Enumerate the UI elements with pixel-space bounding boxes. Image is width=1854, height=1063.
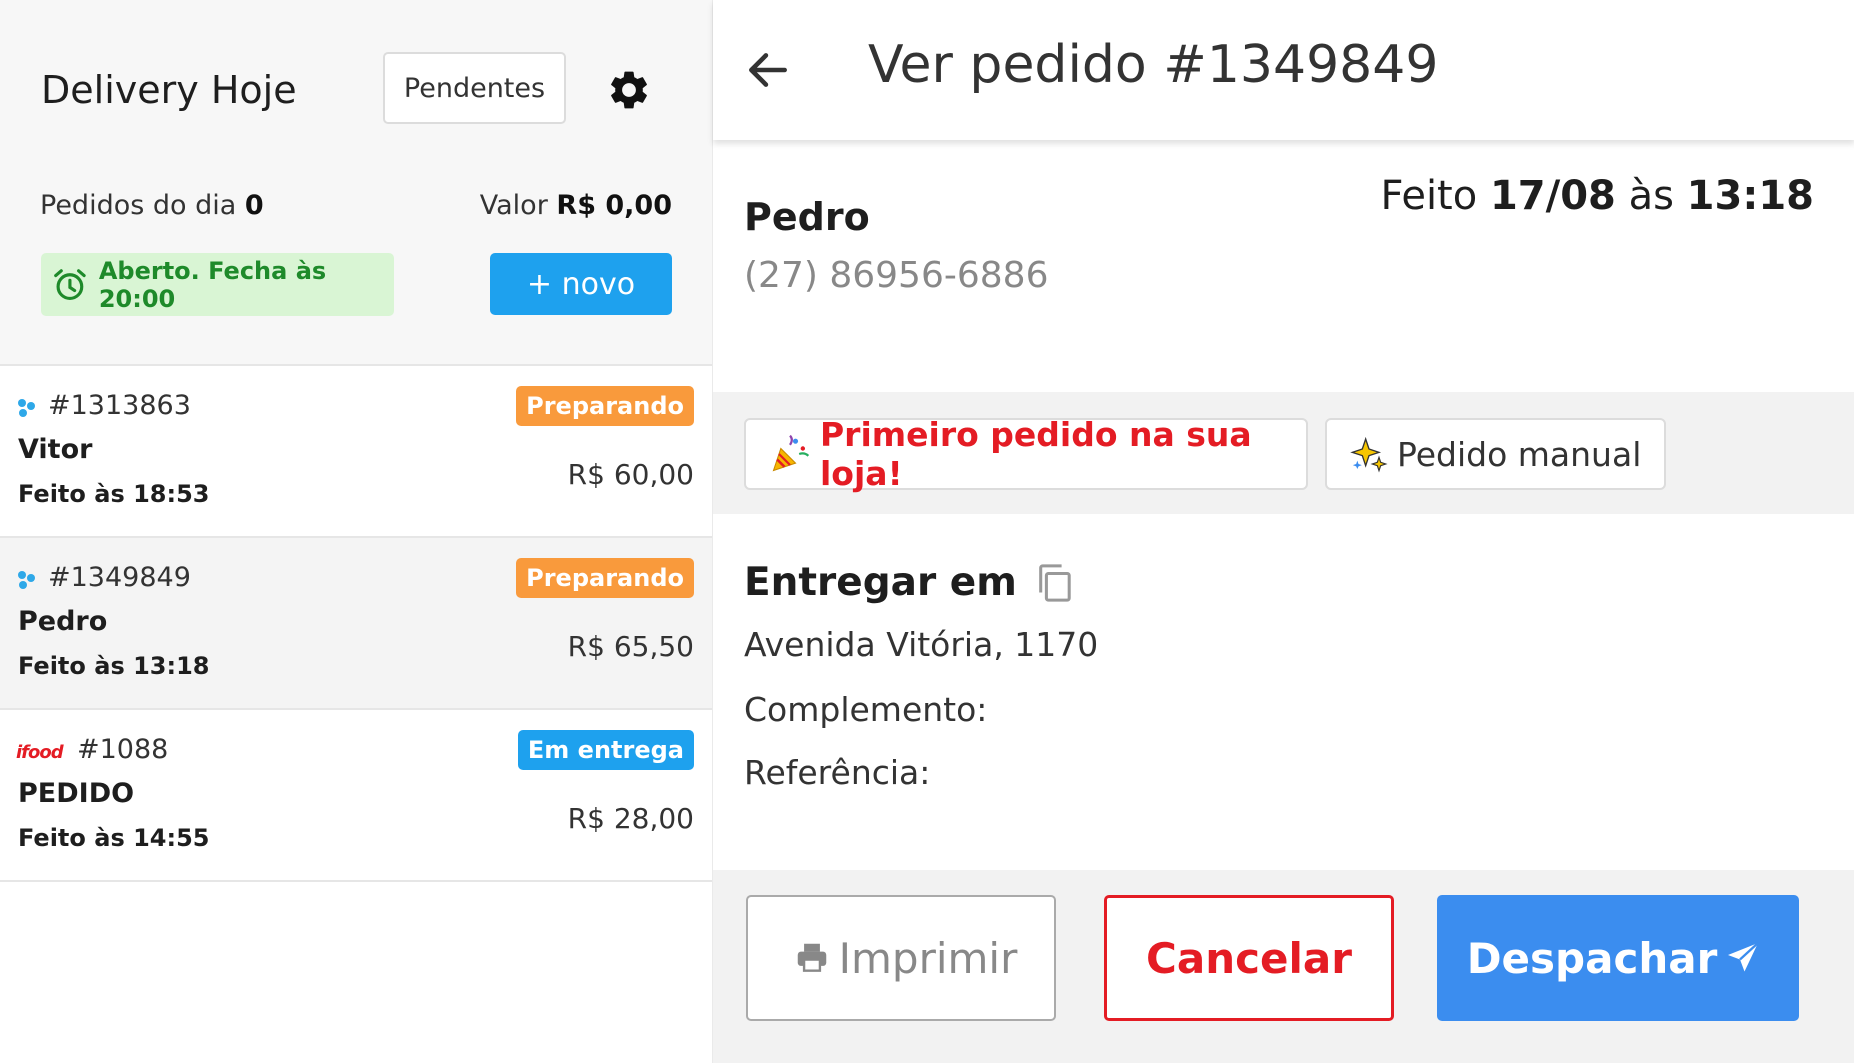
party-popper-icon	[772, 434, 810, 472]
order-price: R$ 28,00	[567, 802, 694, 835]
ifood-logo-text: ifood	[16, 741, 64, 763]
arrow-back-icon[interactable]	[743, 45, 793, 95]
order-list-item-selected[interactable]: #1349849 Pedro Feito às 13:18 Preparando…	[0, 538, 712, 710]
order-number: #1349849	[48, 562, 191, 593]
detail-topbar: Ver pedido #1349849	[713, 0, 1854, 140]
address-line: Avenida Vitória, 1170	[744, 625, 1099, 664]
first-order-tag: Primeiro pedido na sua loja!	[744, 415, 1308, 493]
order-number: #1088	[77, 734, 169, 765]
gear-icon[interactable]	[606, 67, 652, 113]
orders-sidebar: Delivery Hoje Pendentes Pedidos do dia 0…	[0, 0, 712, 950]
dispatch-button[interactable]: Despachar	[1437, 895, 1799, 1021]
print-label: Imprimir	[838, 933, 1018, 983]
order-status-badge: Preparando	[516, 386, 694, 426]
total-value: Valor R$ 0,00	[480, 190, 672, 221]
sparkles-icon	[1350, 436, 1388, 473]
total-value-label: Valor	[479, 190, 548, 221]
customer-phone: (27) 86956-6886	[744, 255, 1049, 296]
delivery-app-icon	[16, 394, 38, 422]
ifood-logo: ifood	[16, 738, 64, 766]
order-customer: PEDIDO	[18, 778, 135, 809]
customer-name: Pedro	[744, 195, 870, 239]
manual-order-tag: Pedido manual	[1325, 418, 1666, 490]
sidebar-header: Delivery Hoje Pendentes Pedidos do dia 0…	[0, 0, 712, 366]
order-tags: Primeiro pedido na sua loja! Pedido manu…	[713, 392, 1854, 514]
order-status-badge: Em entrega	[517, 730, 694, 770]
order-detail-panel: Ver pedido #1349849 Pedro (27) 86956-688…	[712, 0, 1854, 1063]
alarm-clock-icon	[54, 268, 86, 300]
delivery-app-icon	[16, 566, 38, 594]
filter-pending-button[interactable]: Pendentes	[383, 52, 566, 124]
printer-icon	[797, 943, 826, 972]
order-price: R$ 65,50	[567, 630, 694, 663]
total-value-amount: R$ 0,00	[556, 190, 672, 221]
order-list-item[interactable]: #1313863 Vitor Feito às 18:53 Preparando…	[0, 366, 712, 538]
made-prefix: Feito	[1380, 173, 1478, 219]
orders-count: Pedidos do dia 0	[40, 190, 264, 221]
store-status-text: Aberto. Fecha às 20:00	[98, 256, 327, 313]
order-list-item[interactable]: ifood #1088 PEDIDO Feito às 14:55 Em ent…	[0, 710, 712, 882]
first-order-text: Primeiro pedido na sua loja!	[820, 415, 1252, 493]
delivery-section-title: Entregar em	[744, 560, 1073, 605]
made-sep: às	[1628, 173, 1674, 219]
order-time: Feito às 14:55	[18, 824, 210, 852]
order-made-at: Feito 17/08 às 13:18	[1381, 173, 1814, 219]
made-date: 17/08	[1489, 173, 1616, 219]
order-price: R$ 60,00	[567, 458, 694, 491]
action-footer: Imprimir Cancelar Despachar	[713, 870, 1854, 1063]
page-title: Ver pedido #1349849	[868, 35, 1439, 95]
cancel-button[interactable]: Cancelar	[1104, 895, 1394, 1021]
new-order-button[interactable]: + novo	[490, 253, 672, 315]
order-status-badge: Preparando	[516, 558, 694, 598]
address-reference: Referência:	[744, 753, 931, 792]
address-complement: Complemento:	[744, 690, 988, 729]
app-title: Delivery Hoje	[41, 68, 297, 112]
deliver-title-text: Entregar em	[744, 560, 1017, 605]
order-number: #1313863	[48, 390, 191, 421]
order-time: Feito às 13:18	[18, 652, 210, 680]
print-button[interactable]: Imprimir	[746, 895, 1056, 1021]
paper-plane-icon	[1728, 942, 1760, 972]
order-customer: Pedro	[18, 606, 108, 637]
orders-count-label: Pedidos do dia	[40, 190, 237, 221]
store-status-badge: Aberto. Fecha às 20:00	[41, 253, 394, 316]
copy-icon[interactable]	[1035, 562, 1073, 604]
dispatch-label: Despachar	[1466, 933, 1718, 983]
orders-count-value: 0	[244, 190, 264, 221]
order-time: Feito às 18:53	[18, 480, 210, 508]
manual-order-text: Pedido manual	[1397, 434, 1642, 474]
made-time: 13:18	[1686, 173, 1814, 219]
order-customer: Vitor	[18, 434, 93, 465]
